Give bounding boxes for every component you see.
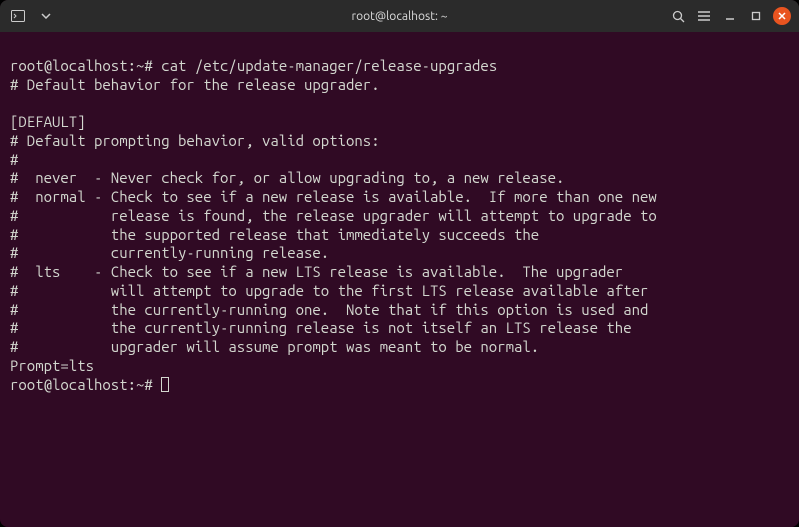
output-line: Prompt=lts: [10, 357, 94, 374]
output-line: # the currently-running release is not i…: [10, 319, 632, 336]
cursor: [161, 377, 169, 392]
search-icon: [672, 10, 685, 23]
shell-prompt: root@localhost:~#: [10, 376, 153, 393]
output-line: # currently-running release.: [10, 244, 329, 261]
titlebar: root@localhost: ~: [0, 0, 799, 32]
output-line: # never - Never check for, or allow upgr…: [10, 169, 564, 186]
maximize-icon: [751, 11, 761, 21]
output-line: # normal - Check to see if a new release…: [10, 188, 657, 205]
output-line: # upgrader will assume prompt was meant …: [10, 338, 539, 355]
shell-prompt: root@localhost:~#: [10, 57, 153, 74]
hamburger-icon: [698, 11, 710, 21]
chevron-down-icon: [41, 13, 51, 19]
output-line: # the currently-running one. Note that i…: [10, 301, 648, 318]
titlebar-left-controls: [8, 6, 56, 26]
output-line: # Default behavior for the release upgra…: [10, 76, 380, 93]
titlebar-right-controls: [669, 7, 791, 25]
tab-dropdown-button[interactable]: [36, 6, 56, 26]
terminal-body[interactable]: root@localhost:~# cat /etc/update-manage…: [0, 32, 799, 527]
close-button[interactable]: [773, 7, 791, 25]
output-line: # lts - Check to see if a new LTS releas…: [10, 263, 623, 280]
shell-command: cat /etc/update-manager/release-upgrades: [161, 57, 497, 74]
output-line: # Default prompting behavior, valid opti…: [10, 132, 380, 149]
terminal-window: root@localhost: ~ root@localhost:~# cat …: [0, 0, 799, 527]
output-line: # release is found, the release upgrader…: [10, 207, 657, 224]
minimize-icon: [725, 11, 735, 21]
minimize-button[interactable]: [721, 7, 739, 25]
output-line: #: [10, 151, 18, 168]
menu-button[interactable]: [695, 7, 713, 25]
close-icon: [778, 12, 786, 20]
output-line: # the supported release that immediately…: [10, 226, 539, 243]
output-line: [DEFAULT]: [10, 113, 86, 130]
terminal-icon: [11, 10, 25, 22]
new-tab-button[interactable]: [8, 6, 28, 26]
search-button[interactable]: [669, 7, 687, 25]
window-title: root@localhost: ~: [352, 10, 448, 23]
maximize-button[interactable]: [747, 7, 765, 25]
output-line: # will attempt to upgrade to the first L…: [10, 282, 648, 299]
